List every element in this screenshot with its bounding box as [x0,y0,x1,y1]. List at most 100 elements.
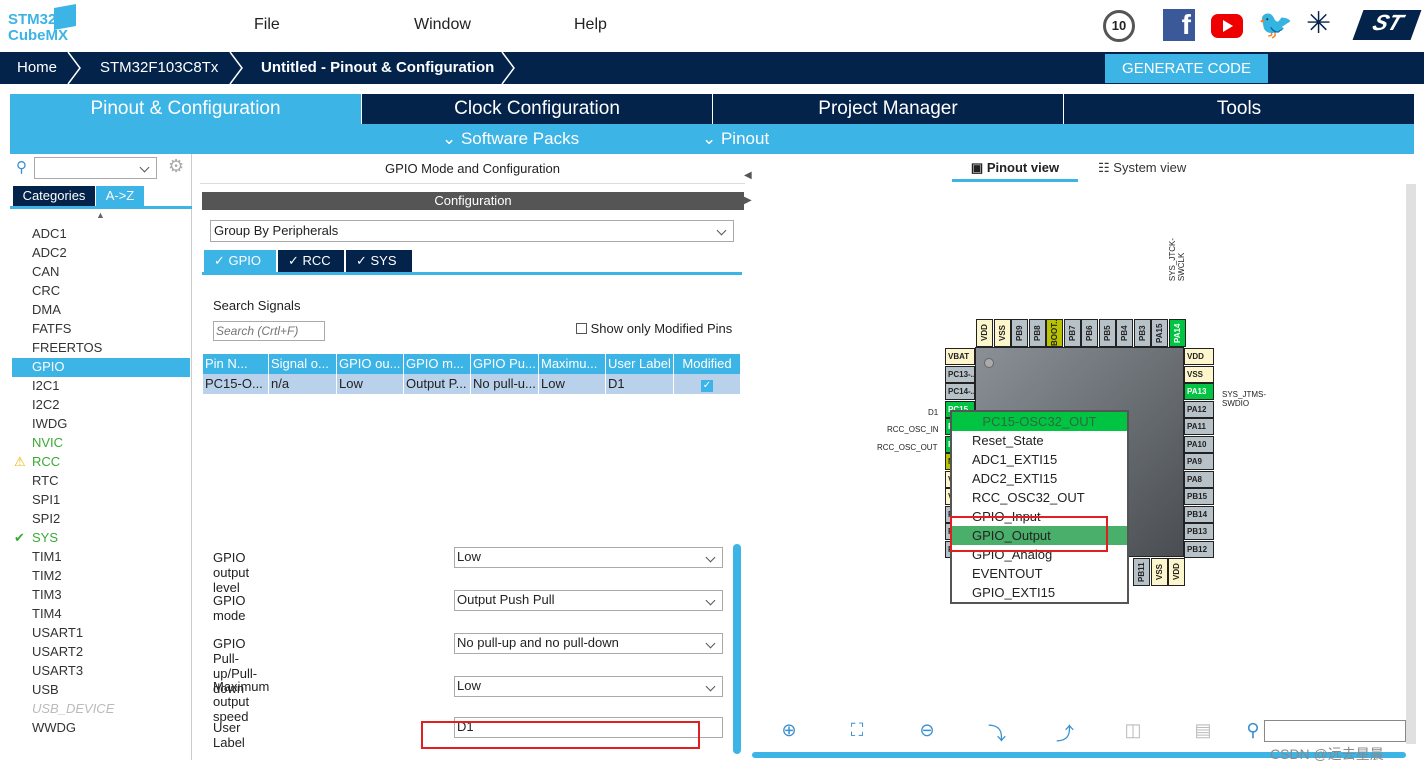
popup-item-adc1-exti15[interactable]: ADC1_EXTI15 [952,450,1127,469]
category-item-iwdg[interactable]: IWDG [32,416,67,431]
facebook-icon[interactable]: f [1163,9,1195,41]
pin-pb5[interactable]: PB5 [1098,319,1116,347]
pin-pa10[interactable]: PA10 [1184,435,1214,453]
property-value-2[interactable]: No pull-up and no pull-down [454,633,723,654]
column-header[interactable]: GPIO ou... [337,354,404,374]
pin-pb14[interactable]: PB14 [1184,505,1214,523]
table-cell[interactable]: Low [539,374,606,394]
pin-pb6[interactable]: PB6 [1081,319,1098,347]
category-item-dma[interactable]: DMA [32,302,61,317]
column-header[interactable]: Signal o... [269,354,337,374]
category-item-adc1[interactable]: ADC1 [32,226,67,241]
tab-tools[interactable]: Tools [1064,94,1414,124]
popup-item-adc2-exti15[interactable]: ADC2_EXTI15 [952,469,1127,488]
column-header[interactable]: Maximu... [539,354,606,374]
pin-vss[interactable]: VSS [993,319,1011,347]
property-value-1[interactable]: Output Push Pull [454,590,723,611]
category-item-spi2[interactable]: SPI2 [32,511,60,526]
category-item-wwdg[interactable]: WWDG [32,720,76,735]
category-item-rtc[interactable]: RTC [32,473,58,488]
table-cell[interactable]: n/a [269,374,337,394]
zoom-in-icon[interactable]: ⊕ [778,720,800,742]
category-item-i2c1[interactable]: I2C1 [32,378,59,393]
pin-pa13[interactable]: PA13 [1184,383,1214,400]
pin-pa14[interactable]: PA14 [1168,319,1186,347]
table-cell[interactable]: D1 [606,374,674,394]
category-item-gpio[interactable]: GPIO [32,359,65,374]
modified-cell[interactable]: ✓ [674,374,741,394]
category-item-sys[interactable]: SYS [32,530,58,545]
gear-icon[interactable]: ⚙ [168,156,184,177]
youtube-icon[interactable] [1211,14,1243,38]
column-header[interactable]: GPIO m... [404,354,471,374]
property-value-0[interactable]: Low [454,547,723,568]
category-item-spi1[interactable]: SPI1 [32,492,60,507]
category-item-tim2[interactable]: TIM2 [32,568,62,583]
pin-search-input[interactable] [1264,720,1406,742]
tab-sys[interactable]: ✓ SYS [346,250,412,272]
category-item-can[interactable]: CAN [32,264,59,279]
category-item-fatfs[interactable]: FATFS [32,321,71,336]
pin-boot..[interactable]: BOOT.. [1046,319,1063,347]
category-item-usb_device[interactable]: USB_DEVICE [32,701,114,716]
pin-pb15[interactable]: PB15 [1184,488,1214,505]
fit-icon[interactable]: ⛶ [846,720,868,742]
category-item-rcc[interactable]: RCC [32,454,60,469]
pin-pb7[interactable]: PB7 [1063,319,1081,347]
category-item-tim4[interactable]: TIM4 [32,606,62,621]
scroll-up-icon[interactable]: ▲ [96,210,105,220]
show-modified-checkbox[interactable]: Show only Modified Pins [576,321,732,336]
pin-pb4[interactable]: PB4 [1116,319,1133,347]
property-value-3[interactable]: Low [454,676,723,697]
breadcrumb-current[interactable]: Untitled - Pinout & Configuration [261,59,494,76]
category-item-tim1[interactable]: TIM1 [32,549,62,564]
pin-left-2[interactable]: PC14-.. [945,383,975,400]
popup-item-eventout[interactable]: EVENTOUT [952,564,1127,583]
pin-pa11[interactable]: PA11 [1184,418,1214,435]
column-header[interactable]: User Label [606,354,674,374]
pin-pa15[interactable]: PA15 [1151,319,1168,347]
split-horizontal-icon[interactable]: ▤ [1192,720,1214,742]
pin-vss[interactable]: VSS [1184,365,1214,383]
category-item-tim3[interactable]: TIM3 [32,587,62,602]
rotate-right-icon[interactable]: ⤵ [986,720,1008,744]
pin-pb11[interactable]: PB11 [1133,558,1150,586]
software-packs-menu[interactable]: ⌄ Software Packs [442,129,579,149]
category-item-nvic[interactable]: NVIC [32,435,63,450]
category-item-usart2[interactable]: USART2 [32,644,83,659]
anniversary-badge-icon[interactable]: 10 [1103,10,1135,42]
search-signals-input[interactable] [213,321,325,341]
rotate-left-icon[interactable]: ⤴ [1054,720,1076,744]
twitter-icon[interactable]: 🐦 [1258,8,1293,41]
network-icon[interactable]: ✳ [1306,6,1331,41]
popup-item-rcc-osc32-out[interactable]: RCC_OSC32_OUT [952,488,1127,507]
vertical-scrollbar[interactable] [1406,184,1416,744]
tab-categories[interactable]: Categories [13,186,95,206]
pin-vdd[interactable]: VDD [976,319,993,347]
generate-code-button[interactable]: GENERATE CODE [1105,54,1268,83]
tab-system-view[interactable]: ☷ System view [1098,160,1186,176]
pin-vdd[interactable]: VDD [1184,348,1214,365]
pin-left-1[interactable]: PC13-.. [945,365,975,383]
pin-vss[interactable]: VSS [1150,558,1168,586]
tab-pinout-view[interactable]: ▣ Pinout view [952,160,1078,182]
tab-clock-configuration[interactable]: Clock Configuration [362,94,712,124]
tab-pinout-configuration[interactable]: Pinout & Configuration [10,94,361,124]
pin-pb13[interactable]: PB13 [1184,523,1214,540]
menu-window[interactable]: Window [414,16,471,34]
category-item-usb[interactable]: USB [32,682,59,697]
checkbox-checked-icon[interactable]: ✓ [701,380,713,392]
popup-item-reset-state[interactable]: Reset_State [952,431,1127,450]
table-cell[interactable]: No pull-u... [471,374,539,394]
category-item-freertos[interactable]: FREERTOS [32,340,102,355]
collapse-left-icon[interactable]: ◀ [744,170,752,181]
pinout-menu[interactable]: ⌄ Pinout [702,129,769,149]
category-item-usart1[interactable]: USART1 [32,625,83,640]
expand-right-icon[interactable]: ▶ [744,195,752,206]
column-header[interactable]: Pin N... [203,354,269,374]
category-item-i2c2[interactable]: I2C2 [32,397,59,412]
category-item-crc[interactable]: CRC [32,283,60,298]
popup-item-gpio-exti15[interactable]: GPIO_EXTI15 [952,583,1127,602]
search-icon[interactable]: ⚲ [1242,720,1264,742]
pin-vdd[interactable]: VDD [1168,558,1185,586]
